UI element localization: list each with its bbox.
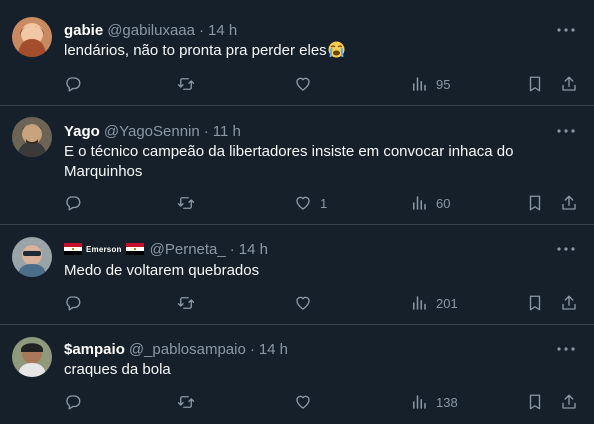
retweet-icon <box>177 197 195 209</box>
bookmark-button[interactable] <box>526 74 544 94</box>
more-icon[interactable] <box>556 121 576 141</box>
display-name[interactable]: Emerson <box>86 245 122 254</box>
views-icon <box>413 395 426 409</box>
tweet-timestamp[interactable]: 14 h <box>259 341 288 358</box>
tweet-item[interactable]: $ampaio @_pablosampaio · 14 h craques da… <box>0 325 594 424</box>
reply-button[interactable] <box>64 293 82 313</box>
display-name[interactable]: $ampaio <box>64 341 125 358</box>
share-button[interactable] <box>560 392 578 412</box>
separator-dot: · <box>203 122 209 140</box>
display-name[interactable]: Yago <box>64 123 100 140</box>
bookmark-button[interactable] <box>526 392 544 412</box>
display-name[interactable]: gabie <box>64 22 103 39</box>
avatar[interactable] <box>12 337 52 377</box>
heart-icon <box>296 196 310 210</box>
more-icon[interactable] <box>556 239 576 259</box>
reply-icon <box>66 296 81 311</box>
avatar[interactable] <box>12 237 52 277</box>
timeline: gabie @gabiluxaaa · 14 h lendários, não … <box>0 0 594 424</box>
share-button[interactable] <box>560 193 578 213</box>
separator-dot: · <box>198 21 204 39</box>
like-button[interactable] <box>294 392 320 412</box>
tweet-text: craques da bola <box>64 361 171 378</box>
bookmark-icon <box>529 295 541 311</box>
retweet-icon <box>177 396 195 408</box>
bookmark-button[interactable] <box>526 193 544 213</box>
retweet-button[interactable] <box>176 74 196 94</box>
retweet-icon <box>177 78 195 90</box>
bookmark-button[interactable] <box>526 293 544 313</box>
bookmark-icon <box>529 195 541 211</box>
views-button[interactable]: 60 <box>410 193 450 213</box>
tweet-item[interactable]: Yago @YagoSennin · 11 h E o técnico camp… <box>0 106 594 224</box>
separator-dot: · <box>249 340 255 358</box>
share-icon <box>562 295 576 310</box>
flag-icon <box>125 243 144 255</box>
retweet-button[interactable] <box>176 293 196 313</box>
heart-icon <box>296 77 310 91</box>
separator-dot: · <box>229 240 235 258</box>
like-button[interactable] <box>294 293 320 313</box>
share-button[interactable] <box>560 293 578 313</box>
tweet-timestamp[interactable]: 14 h <box>239 241 268 258</box>
view-count: 138 <box>436 394 458 410</box>
share-icon <box>562 76 576 91</box>
user-handle[interactable]: @gabiluxaaa <box>107 22 195 39</box>
bookmark-icon <box>529 76 541 92</box>
like-button[interactable] <box>294 74 320 94</box>
views-button[interactable]: 95 <box>410 74 450 94</box>
retweet-button[interactable] <box>176 193 196 213</box>
like-count: 1 <box>320 195 328 211</box>
reply-button[interactable] <box>64 193 82 213</box>
tweet-text: Medo de voltarem quebrados <box>64 262 260 279</box>
bookmark-icon <box>529 394 541 410</box>
like-button[interactable]: 1 <box>294 193 327 213</box>
reply-button[interactable] <box>64 74 82 94</box>
more-icon[interactable] <box>556 339 576 359</box>
user-handle[interactable]: @YagoSennin <box>104 123 200 140</box>
reply-button[interactable] <box>64 392 82 412</box>
retweet-button[interactable] <box>176 392 196 412</box>
reply-icon <box>66 77 81 92</box>
views-button[interactable]: 201 <box>410 293 458 313</box>
tweet-timestamp[interactable]: 11 h <box>213 123 241 140</box>
share-button[interactable] <box>560 74 578 94</box>
heart-icon <box>296 296 310 310</box>
heart-icon <box>296 395 310 409</box>
share-icon <box>562 394 576 409</box>
user-handle[interactable]: @_pablosampaio <box>129 341 246 358</box>
view-count: 60 <box>436 195 451 211</box>
tweet-text-container: lendários, não to pronta pra perder eles <box>64 41 564 61</box>
tweet-timestamp[interactable]: 14 h <box>208 22 237 39</box>
loudly-crying-face-icon <box>328 41 345 58</box>
flag-icon <box>64 243 82 255</box>
tweet-item[interactable]: Emerson @Perneta_ · 14 h Medo de voltare… <box>0 225 594 324</box>
views-icon <box>413 77 426 91</box>
avatar[interactable] <box>12 17 52 57</box>
user-handle[interactable]: @Perneta_ <box>150 241 226 258</box>
views-icon <box>413 196 426 210</box>
more-icon[interactable] <box>556 20 576 40</box>
views-icon <box>413 296 426 310</box>
retweet-icon <box>177 297 195 309</box>
avatar[interactable] <box>12 117 52 157</box>
tweet-text: lendários, não to pronta pra perder eles <box>64 42 327 59</box>
view-count: 95 <box>436 76 451 92</box>
view-count: 201 <box>436 295 458 311</box>
views-button[interactable]: 138 <box>410 392 458 412</box>
share-icon <box>562 195 576 210</box>
tweet-item[interactable]: gabie @gabiluxaaa · 14 h lendários, não … <box>0 0 594 105</box>
tweet-text: E o técnico campeão da libertadores insi… <box>64 143 514 180</box>
reply-icon <box>66 395 81 410</box>
reply-icon <box>66 196 81 211</box>
